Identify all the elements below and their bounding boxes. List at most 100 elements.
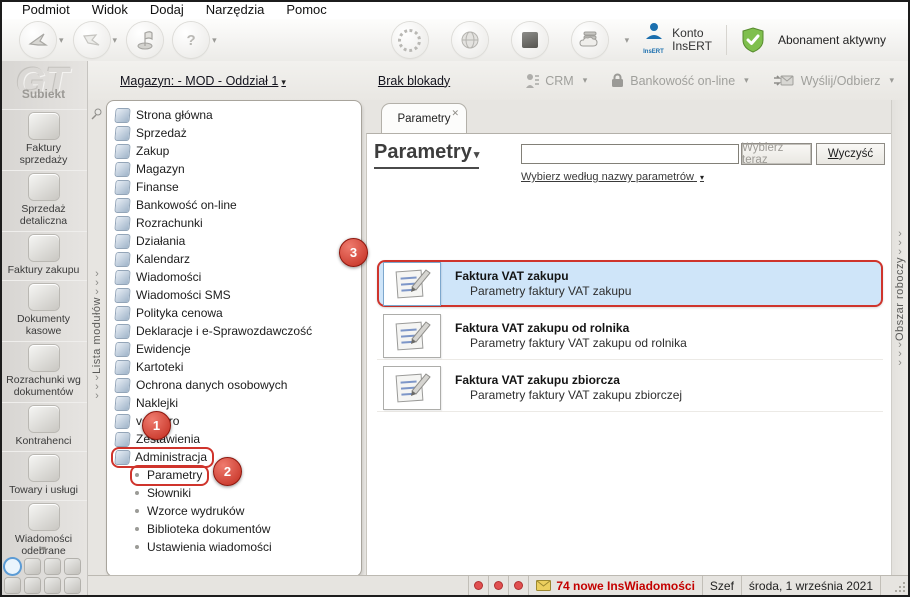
sync-icon: [398, 28, 422, 52]
tree-item-ewidencje[interactable]: Ewidencje: [107, 340, 361, 358]
tree-item-finanse[interactable]: Finanse: [107, 178, 361, 196]
menu-pomoc[interactable]: Pomoc: [276, 2, 336, 17]
send-receive-button[interactable]: Wyślij/Odbierz ▾: [773, 73, 894, 88]
retail-sales-icon: [28, 174, 59, 200]
module-list-strip[interactable]: › › › Lista modułów › › ›: [88, 100, 106, 578]
tree-item-polityka-cenowa[interactable]: Polityka cenowa: [107, 304, 361, 322]
status-dot-indicator: [468, 576, 488, 595]
status-bar: 74 nowe InsWiadomości Szef środa, 1 wrze…: [88, 575, 908, 595]
tree-item-sprzedaz[interactable]: Sprzedaż: [107, 124, 361, 142]
warehouse-selector[interactable]: Magazyn: - MOD - Oddział 1 ▾: [120, 74, 286, 88]
module-mini-icon[interactable]: [65, 578, 80, 593]
tree-item-ustawienia-wiadomosci[interactable]: Ustawienia wiadomości: [107, 538, 361, 556]
tree-item-bankowosc-online[interactable]: Bankowość on-line: [107, 196, 361, 214]
search-input[interactable]: [521, 144, 739, 164]
tree-item-kartoteki[interactable]: Kartoteki: [107, 358, 361, 376]
account-label-line1: Konto: [672, 26, 704, 40]
menu-podmiot[interactable]: Podmiot: [12, 2, 80, 17]
red-dot-icon: [515, 582, 523, 589]
tree-item-strona-glowna[interactable]: Strona główna: [107, 106, 361, 124]
sidebar-item-sprzedaz-detaliczna[interactable]: Sprzedaż detaliczna: [0, 170, 87, 231]
list-item-faktura-vat-zakupu[interactable]: Faktura VAT zakupu Parametry faktury VAT …: [377, 260, 883, 307]
subscription-status[interactable]: Abonament aktywny: [741, 27, 886, 53]
sidebar-item-towary-i-uslugi[interactable]: Towary i usługi: [0, 451, 87, 500]
tree-item-slowniki[interactable]: Słowniki: [107, 484, 361, 502]
chevron-down-icon: ▾: [889, 75, 894, 85]
cube-button[interactable]: [511, 22, 548, 58]
module-mini-icon[interactable]: [5, 559, 20, 574]
vendero-icon: [115, 414, 130, 428]
online-banking-button[interactable]: Bankowość on-line ▾: [611, 73, 749, 88]
chevron-down-icon[interactable]: ▾: [113, 35, 118, 46]
ins-messages-status[interactable]: 74 nowe InsWiadomości: [528, 576, 702, 595]
subscription-label: Abonament aktywny: [777, 33, 886, 47]
module-mini-icon[interactable]: [65, 559, 80, 574]
module-mini-icon[interactable]: [45, 559, 60, 574]
chevron-down-icon: ▾: [281, 76, 286, 87]
module-mini-icon[interactable]: [25, 578, 40, 593]
chevron-down-icon[interactable]: ▾: [212, 35, 217, 46]
account-insert[interactable]: InsERT Konto InsERT: [643, 22, 712, 58]
globe-icon: [461, 31, 479, 49]
filter-by-name-link[interactable]: Wybierz według nazwy parametrów ▾: [521, 171, 704, 183]
tree-item-magazyn[interactable]: Magazyn: [107, 160, 361, 178]
chevron-down-icon[interactable]: ▾: [59, 35, 64, 46]
sidebar-more-button[interactable]: ▾: [0, 544, 87, 555]
lock-status-link[interactable]: Brak blokady: [378, 74, 450, 88]
tree-item-deklaracje[interactable]: Deklaracje i e-Sprawozdawczość: [107, 322, 361, 340]
menu-narzedzia[interactable]: Narzędzia: [196, 2, 275, 17]
module-list-strip-label: Lista modułów: [91, 297, 103, 374]
tree-item-ochrona-danych[interactable]: Ochrona danych osobowych: [107, 376, 361, 394]
help-button[interactable]: ?: [173, 22, 210, 58]
goods-services-icon: [28, 455, 59, 481]
menu-dodaj[interactable]: Dodaj: [140, 2, 194, 17]
tree-item-naklejki[interactable]: Naklejki: [107, 394, 361, 412]
send-arrow-button[interactable]: [73, 22, 110, 58]
clear-button[interactable]: Wyczyść: [816, 143, 885, 165]
sidebar-item-rozrachunki[interactable]: Rozrachunki wg dokumentów: [0, 341, 87, 402]
tree-item-zakup[interactable]: Zakup: [107, 142, 361, 160]
chevron-down-icon[interactable]: ▾: [625, 35, 630, 46]
crm-label: CRM: [545, 73, 574, 88]
workspace-strip[interactable]: › › › Obszar roboczy › › ›: [891, 100, 908, 578]
lock-icon: [612, 73, 624, 87]
sync-button[interactable]: [391, 22, 428, 58]
list-item-faktura-vat-zakupu-od-rolnika[interactable]: Faktura VAT zakupu od rolnika Parametry f…: [377, 312, 883, 359]
tree-item-kalendarz[interactable]: Kalendarz: [107, 250, 361, 268]
chevron-down-icon: ▾: [582, 75, 588, 85]
list-item-faktura-vat-zakupu-zbiorcza[interactable]: Faktura VAT zakupu zbiorcza Parametry fak…: [377, 364, 883, 411]
crm-button[interactable]: CRM ▾: [525, 73, 587, 89]
crm-icon: [526, 73, 540, 88]
sidebar-item-faktury-zakupu[interactable]: Faktury zakupu: [0, 231, 87, 280]
sidebar-item-kontrahenci[interactable]: Kontrahenci: [0, 402, 87, 451]
parameters-view: Parametry ▾ Wybierz teraz Wyczyść Wybierz…: [366, 133, 892, 577]
current-user[interactable]: Szef: [701, 576, 741, 595]
current-date[interactable]: środa, 1 września 2021: [740, 576, 880, 595]
tree-item-wzorce-wydrukow[interactable]: Wzorce wydruków: [107, 502, 361, 520]
module-mini-icon[interactable]: [5, 578, 20, 593]
tree-item-wiadomosci[interactable]: Wiadomości: [107, 268, 361, 286]
pin-icon[interactable]: [91, 108, 103, 120]
cloud-services-button[interactable]: [571, 22, 608, 58]
parameters-list: Faktura VAT zakupu Parametry faktury VAT …: [377, 260, 883, 416]
tab-parametry[interactable]: Parametry ✕: [381, 103, 467, 133]
close-icon[interactable]: ✕: [451, 108, 459, 119]
menu-bar: Podmiot Widok Dodaj Narzędzia Pomoc: [0, 0, 910, 19]
menu-widok[interactable]: Widok: [82, 2, 138, 17]
nav-arrow-button[interactable]: [20, 22, 56, 58]
tab-bar: Parametry ✕: [366, 100, 892, 133]
sidebar-item-dokumenty-kasowe[interactable]: Dokumenty kasowe: [0, 280, 87, 341]
module-mini-icon[interactable]: [25, 559, 40, 574]
online-sphere-button[interactable]: [451, 22, 488, 58]
page-title[interactable]: Parametry ▾: [374, 141, 480, 169]
tree-item-biblioteka-dokumentow[interactable]: Biblioteka dokumentów: [107, 520, 361, 538]
module-mini-icon[interactable]: [45, 578, 60, 593]
red-dot-icon: [475, 582, 483, 589]
tree-item-rozrachunki[interactable]: Rozrachunki: [107, 214, 361, 232]
sidebar-item-faktury-sprzedazy[interactable]: Faktury sprzedaży: [0, 109, 87, 170]
flag-button[interactable]: [127, 22, 164, 58]
select-now-button[interactable]: Wybierz teraz: [741, 142, 812, 166]
tree-item-dzialania[interactable]: Działania: [107, 232, 361, 250]
tree-item-wiadomosci-sms[interactable]: Wiadomości SMS: [107, 286, 361, 304]
resize-grip[interactable]: [880, 576, 908, 595]
